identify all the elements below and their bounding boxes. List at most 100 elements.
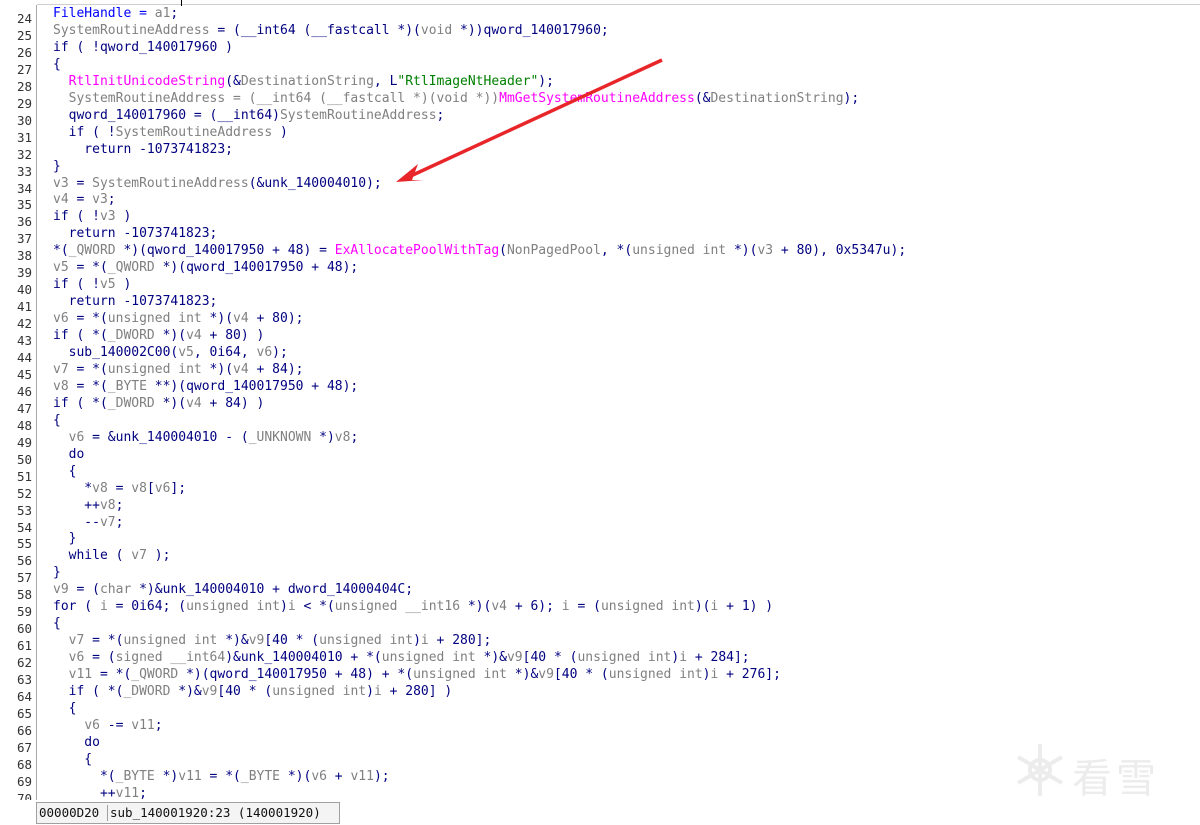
code-token: i: [373, 684, 382, 699]
code-line[interactable]: v6 = *(unsigned int *)(v4 + 80);: [53, 310, 303, 327]
code-token: ): [413, 633, 421, 649]
code-line[interactable]: if ( *(_DWORD *)&v9[40 * (unsigned int)i…: [53, 683, 453, 700]
code-token: *(: [53, 768, 116, 784]
code-token: unsigned int: [107, 311, 202, 327]
code-line[interactable]: SystemRoutineAddress = (__int64 (__fastc…: [53, 90, 860, 107]
code-line[interactable]: if ( !qword_140017960 ): [53, 39, 233, 56]
code-token: = *(: [84, 633, 124, 649]
code-token: signed __int64: [115, 650, 226, 666]
code-token: v6: [256, 345, 273, 360]
code-line[interactable]: *(_BYTE *)v11 = *(_BYTE *)(v6 + v11);: [53, 768, 390, 785]
line-number: 41: [16, 299, 32, 315]
code-line[interactable]: }: [53, 158, 61, 175]
code-line[interactable]: *(_QWORD *)(qword_140017950 + 48) = ExAl…: [53, 242, 906, 259]
code-line[interactable]: v3 = SystemRoutineAddress(&unk_140004010…: [53, 175, 382, 192]
code-line[interactable]: if ( *(_DWORD *)(v4 + 80) ): [53, 327, 264, 344]
code-token: v11: [131, 717, 155, 733]
code-token: }: [53, 565, 61, 581]
code-token: v7: [131, 548, 147, 564]
code-token: ;: [350, 429, 359, 445]
code-token: + 80);: [248, 311, 304, 327]
code-token: void: [420, 22, 453, 38]
code-token: v8: [334, 429, 351, 445]
code-line[interactable]: SystemRoutineAddress = (__int64 (__fastc…: [53, 22, 609, 39]
line-number: 62: [16, 655, 32, 671]
code-line[interactable]: {: [53, 463, 77, 480]
code-line[interactable]: for ( i = 0i64; (unsigned int)i < *(unsi…: [53, 598, 773, 615]
code-line[interactable]: {: [53, 412, 61, 429]
code-line[interactable]: v9 = (char *)&unk_140004010 + dword_1400…: [53, 581, 413, 598]
code-line[interactable]: v6 = &unk_140004010 - (_UNKNOWN *)v8;: [53, 429, 359, 446]
line-number: 32: [16, 146, 32, 162]
code-line[interactable]: if ( !v5 ): [53, 276, 131, 293]
code-token: v6: [68, 650, 85, 666]
code-line[interactable]: v6 -= v11;: [53, 717, 162, 734]
code-line[interactable]: v7 = *(unsigned int *)(v4 + 84);: [53, 361, 303, 378]
code-token: v9: [201, 684, 218, 699]
status-location: sub_140001920:23 (140001920): [110, 805, 321, 820]
code-token: a1: [154, 6, 171, 21]
code-line[interactable]: {: [53, 615, 61, 632]
code-token: *)(qword_140017950 + 48);: [154, 260, 359, 276]
code-line[interactable]: sub_140002C00(v5, 0i64, v6);: [53, 344, 288, 361]
line-number: 50: [16, 451, 32, 467]
code-token: );: [272, 345, 288, 360]
code-line[interactable]: ++v8;: [53, 497, 123, 514]
code-line[interactable]: do: [53, 446, 85, 463]
code-line[interactable]: ++v11;: [53, 785, 147, 800]
code-line[interactable]: FileHandle = a1;: [53, 5, 178, 22]
code-line[interactable]: v11 = *(_QWORD *)(qword_140017950 + 48) …: [53, 666, 781, 683]
code-line[interactable]: if ( !SystemRoutineAddress ): [53, 124, 288, 141]
code-token: v11: [68, 667, 93, 683]
code-line[interactable]: v7 = *(unsigned int *)&v9[40 * (unsigned…: [53, 632, 492, 649]
code-token: ): [366, 684, 374, 699]
code-token: (: [499, 243, 507, 259]
code-token: unsigned int: [600, 599, 695, 615]
code-line[interactable]: *v8 = v8[v6];: [53, 480, 186, 497]
code-line[interactable]: v6 = (signed __int64)&unk_140004010 + *(…: [53, 649, 750, 666]
code-line[interactable]: {: [53, 751, 92, 768]
code-token: v9: [538, 667, 554, 683]
text-cursor: [181, 0, 182, 6]
code-token: unsigned int: [272, 684, 367, 699]
code-token: if ( *(: [53, 395, 108, 411]
line-number: 25: [16, 27, 32, 43]
code-token: =: [68, 175, 93, 191]
code-line[interactable]: v5 = *(_QWORD *)(qword_140017950 + 48);: [53, 259, 358, 276]
code-token: *: [53, 480, 93, 496]
code-token: = 0i64; (: [107, 599, 187, 615]
code-token: *(: [53, 243, 69, 259]
code-line[interactable]: return -1073741823;: [53, 141, 233, 158]
code-line[interactable]: if ( !v3 ): [53, 208, 131, 225]
code-token: *)(: [154, 395, 187, 411]
code-line[interactable]: {: [53, 56, 61, 73]
code-token: {: [53, 463, 77, 479]
code-line[interactable]: RtlInitUnicodeString(&DestinationString,…: [53, 73, 554, 90]
code-line[interactable]: do: [53, 734, 100, 751]
code-token: = (: [569, 599, 601, 615]
code-token: v5: [99, 277, 116, 293]
code-token: unsigned int: [632, 243, 727, 259]
line-number: 42: [16, 316, 32, 332]
code-line[interactable]: --v7;: [53, 514, 123, 531]
code-line[interactable]: while ( v7 );: [53, 547, 171, 564]
code-line[interactable]: qword_140017960 = (__int64)SystemRoutine…: [53, 107, 445, 124]
code-line[interactable]: return -1073741823;: [53, 293, 218, 310]
code-line[interactable]: v8 = *(_BYTE **)(qword_140017950 + 48);: [53, 378, 358, 395]
code-line[interactable]: {: [53, 700, 77, 717]
code-token: *)&: [170, 684, 202, 699]
code-line[interactable]: }: [53, 530, 77, 547]
code-token: SystemRoutineAddress: [92, 175, 249, 191]
code-line[interactable]: v4 = v3;: [53, 191, 116, 208]
code-token: }: [53, 531, 77, 547]
line-number: 31: [16, 129, 32, 145]
pseudocode-view[interactable]: 24 25 26 27 28 29 30 31 32 33 34 35 36 37 38 39 40 41 42 43…: [0, 0, 1200, 800]
code-line[interactable]: }: [53, 564, 61, 581]
code-token: (&: [225, 73, 241, 89]
code-line[interactable]: if ( *(_DWORD *)(v4 + 84) ): [53, 395, 264, 412]
status-offset: 00000D20: [39, 805, 100, 820]
code-line[interactable]: return -1073741823;: [53, 225, 218, 242]
line-number: 65: [16, 705, 32, 721]
